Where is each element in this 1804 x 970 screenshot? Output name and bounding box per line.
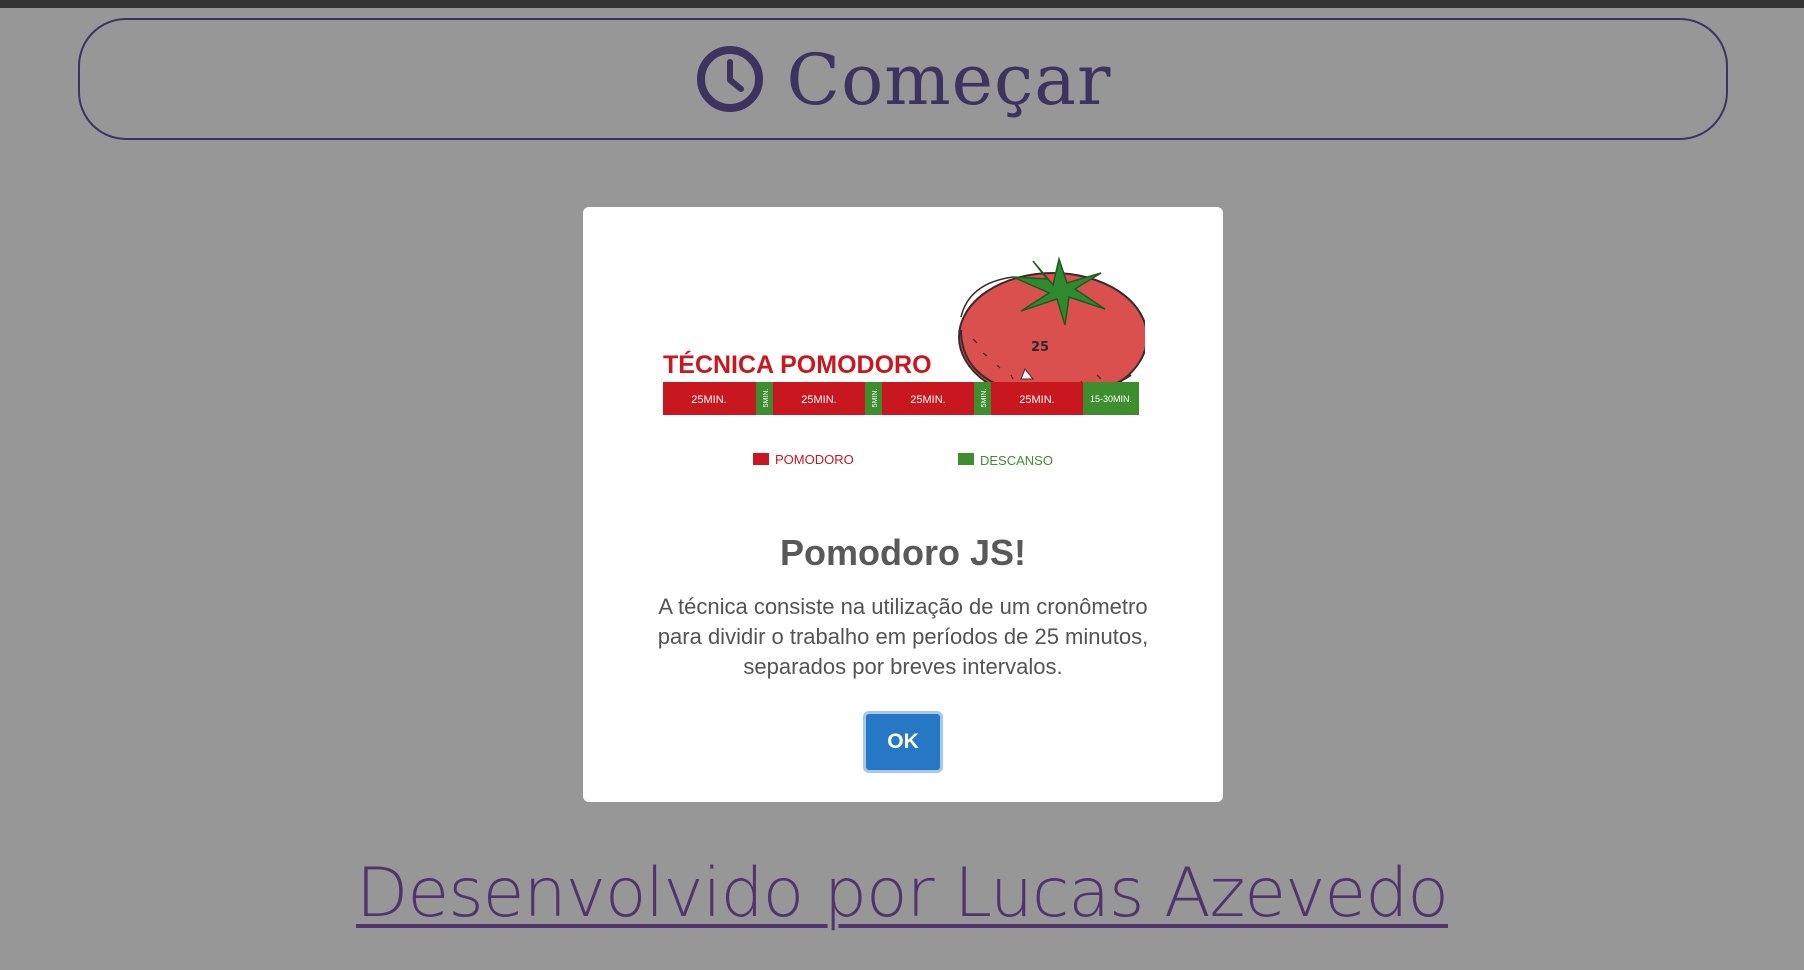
pomodoro-banner-image: 25 TÉCNICA POMODORO 25MIN. 5MIN. 25MIN. … xyxy=(663,256,1145,468)
legend-work-label: POMODORO xyxy=(775,452,854,467)
banner-title: TÉCNICA POMODORO xyxy=(663,350,932,379)
pomodoro-timeline-bar: 25MIN. 5MIN. 25MIN. 5MIN. 25MIN. 5MIN. 2… xyxy=(663,382,1139,415)
info-modal: 25 TÉCNICA POMODORO 25MIN. 5MIN. 25MIN. … xyxy=(583,207,1223,802)
segment-label: 25MIN. xyxy=(691,394,726,406)
legend-work-swatch xyxy=(753,453,769,465)
segment-label: 25MIN. xyxy=(910,394,945,406)
segment-label: 5MIN. xyxy=(872,389,879,408)
modal-description: A técnica consiste na utilização de um c… xyxy=(657,594,1149,679)
tomato-timer-illustration: 25 xyxy=(958,256,1145,402)
modal-title: Pomodoro JS! xyxy=(779,532,1026,573)
tomato-timer-number: 25 xyxy=(1031,340,1049,355)
legend-break-label: DESCANSO xyxy=(980,453,1053,468)
segment-label: 15-30MIN. xyxy=(1090,394,1132,404)
segment-label: 25MIN. xyxy=(801,394,836,406)
segment-label: 5MIN. xyxy=(981,389,988,408)
segment-label: 25MIN. xyxy=(1019,394,1054,406)
segment-label: 5MIN. xyxy=(763,389,770,408)
ok-button[interactable]: OK xyxy=(863,711,943,773)
legend-break-swatch xyxy=(958,453,974,465)
